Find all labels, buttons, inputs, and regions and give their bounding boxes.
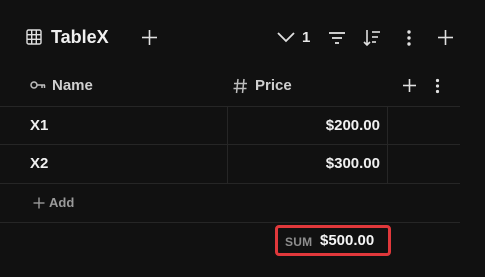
more-vertical-icon[interactable] [405,29,413,47]
add-row-label: Add [49,195,75,210]
sum-value[interactable]: $500.00 [320,232,374,250]
hash-icon [233,77,248,95]
cell-price[interactable]: $200.00 [326,117,380,135]
table-title[interactable]: TableX [51,26,109,48]
row-divider [0,106,460,107]
key-icon [30,79,46,91]
column-header-name[interactable]: Name [52,77,93,95]
table-icon [26,29,42,45]
row-divider [0,144,460,145]
add-row-plus-icon[interactable] [437,29,454,46]
add-table-plus-icon[interactable] [141,29,158,46]
hidden-fields-count[interactable]: 1 [302,29,310,47]
column-more-vertical-icon[interactable] [434,78,441,94]
row-divider [0,183,460,184]
sum-label[interactable]: SUM [285,235,312,249]
cell-name[interactable]: X2 [30,155,48,173]
column-header-price[interactable]: Price [255,77,292,95]
cell-name[interactable]: X1 [30,117,48,135]
column-divider [227,106,228,183]
filter-icon[interactable] [328,30,346,46]
chevron-down-icon[interactable] [277,31,295,43]
add-column-plus-icon[interactable] [402,78,417,93]
row-divider [0,222,460,223]
sort-icon[interactable] [363,28,381,48]
cell-price[interactable]: $300.00 [326,155,380,173]
plus-icon [33,197,45,208]
column-divider [387,106,388,183]
add-row-button[interactable]: Add [33,195,74,210]
